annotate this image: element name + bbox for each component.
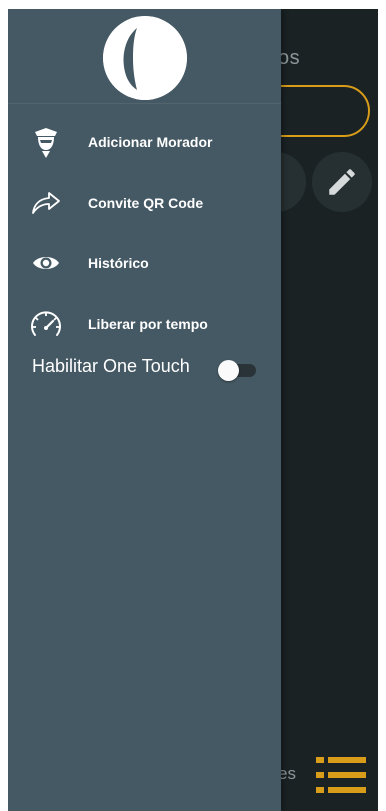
menu-item-liberar-por-tempo[interactable]: Liberar por tempo — [8, 299, 281, 349]
eye-icon — [26, 245, 66, 281]
menu-item-convite-qr-code[interactable]: Convite QR Code — [8, 178, 281, 228]
drawer-header — [8, 9, 281, 104]
one-touch-label: Habilitar One Touch — [32, 356, 190, 376]
share-arrow-icon — [26, 185, 66, 221]
background-title: os — [278, 47, 301, 69]
app-logo — [103, 16, 187, 100]
user-add-icon — [26, 124, 66, 160]
menu-item-label: Adicionar Morador — [88, 134, 213, 150]
one-touch-toggle[interactable] — [218, 360, 258, 381]
menu-item-historico[interactable]: Histórico — [8, 238, 281, 288]
menu-item-adicionar-morador[interactable]: Adicionar Morador — [8, 117, 281, 167]
pencil-icon — [329, 169, 355, 195]
edit-button — [312, 152, 372, 212]
toggle-knob — [218, 360, 239, 381]
list-icon — [316, 757, 366, 793]
app-frame: os es Adicionar Morador Convite QR Code … — [8, 9, 378, 811]
menu-item-label: Liberar por tempo — [88, 316, 208, 332]
crescent-logo-icon — [103, 16, 187, 100]
menu-item-label: Histórico — [88, 255, 149, 271]
speedometer-icon — [26, 306, 66, 342]
one-touch-row: Habilitar One Touch — [8, 352, 281, 386]
menu-item-label: Convite QR Code — [88, 195, 204, 211]
navigation-drawer: Adicionar Morador Convite QR Code Histór… — [8, 9, 281, 811]
